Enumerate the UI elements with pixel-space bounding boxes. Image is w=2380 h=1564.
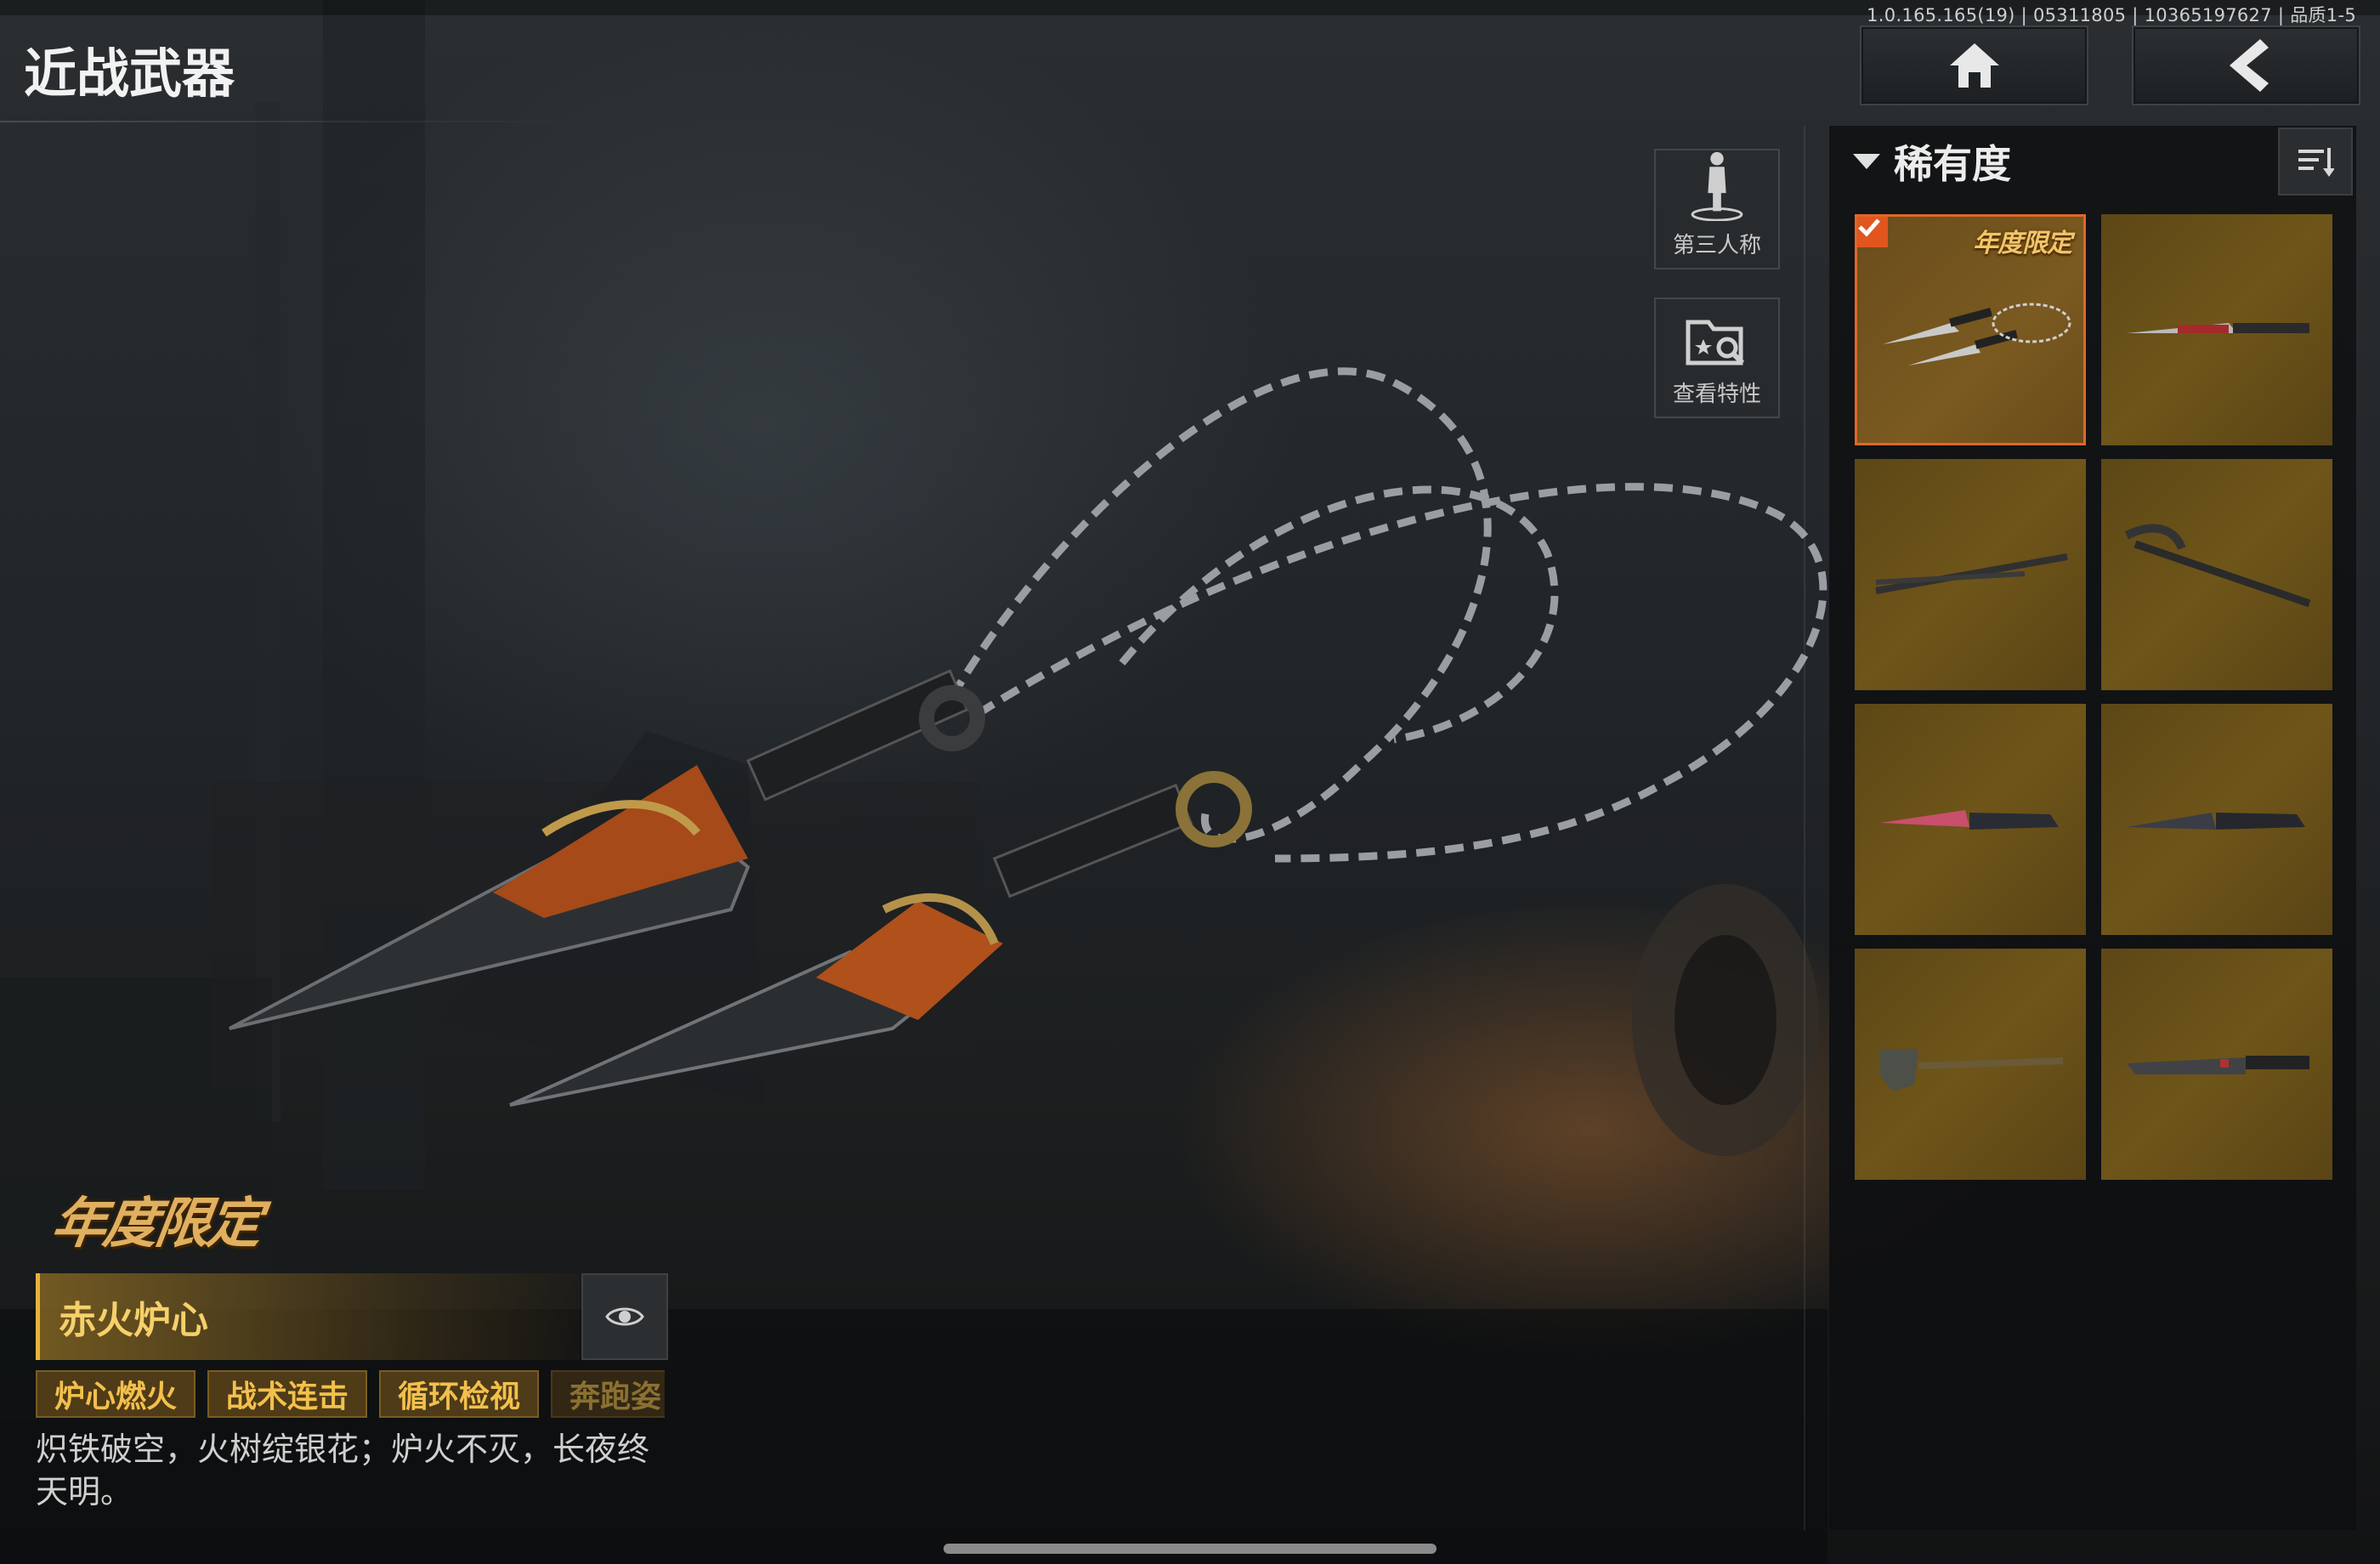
weapon-name-box: 赤火炉心 (36, 1273, 580, 1360)
machete-icon (2127, 1056, 2309, 1074)
chevron-left-icon (2229, 39, 2269, 92)
eye-icon (605, 1307, 644, 1326)
feature-tag[interactable]: 循环检视 (379, 1370, 540, 1418)
description-line: 炽铁破空，火树绽银花；炉火不灭，长夜终 (36, 1431, 650, 1468)
home-icon (1949, 43, 1999, 88)
game-scene: 1.0.165.165(19) | 05311805 | 10365197627… (0, 0, 2380, 1564)
weapon-tile-dark-knife[interactable] (2101, 704, 2332, 935)
dark-knife-icon (2127, 813, 2305, 830)
weapon-description: 炽铁破空，火树绽银花；炉火不灭，长夜终 天明。 (36, 1428, 682, 1513)
third-person-label: 第三人称 (1672, 233, 1761, 258)
sort-icon (2298, 148, 2334, 177)
feature-tags: 炉心燃火 战术连击 循环检视 奔跑姿 (36, 1370, 665, 1421)
panel-divider (1804, 126, 1805, 1530)
rarity-filter[interactable]: 稀有度 (1851, 132, 2011, 191)
pickaxe-icon (2124, 524, 2311, 608)
shovel-icon (1880, 1049, 2064, 1091)
rarity-filter-label: 稀有度 (1894, 141, 2011, 187)
weapon-tile-red-blade[interactable] (2101, 214, 2332, 445)
feature-tag[interactable]: 战术连击 (207, 1370, 368, 1418)
katana-icon (1875, 553, 2068, 594)
feature-tag[interactable]: 炉心燃火 (36, 1370, 196, 1418)
home-button[interactable] (1860, 26, 2088, 105)
kunai-chain-icon (1883, 303, 2071, 366)
limited-edition-badge: 年度限定 (47, 1193, 264, 1255)
view-features-button[interactable]: 查看特性 (1654, 298, 1780, 418)
home-indicator[interactable] (944, 1544, 1436, 1554)
feature-tag[interactable]: 奔跑姿 (551, 1370, 665, 1418)
weapon-name: 赤火炉心 (59, 1299, 208, 1342)
third-person-button[interactable]: 第三人称 (1654, 149, 1780, 269)
preview-toggle-button[interactable] (581, 1273, 668, 1360)
weapon-tile-katana[interactable] (1855, 459, 2086, 690)
person-icon (1691, 151, 1743, 221)
view-features-label: 查看特性 (1672, 382, 1761, 407)
description-line: 天明。 (36, 1473, 133, 1510)
red-blade-icon (2127, 323, 2309, 333)
weapon-tile-pickaxe[interactable] (2101, 459, 2332, 690)
sort-button[interactable] (2278, 128, 2353, 196)
chevron-down-icon (1853, 154, 1880, 169)
folder-search-icon (1686, 320, 1745, 366)
title-divider (0, 121, 595, 122)
weapon-tile-machete[interactable] (2101, 949, 2332, 1180)
weapon-tile-shovel[interactable] (1855, 949, 2086, 1180)
back-button[interactable] (2132, 26, 2360, 105)
weapon-tile-pink-knife[interactable] (1855, 704, 2086, 935)
pink-knife-icon (1880, 810, 2059, 830)
page-title: 近战武器 (24, 42, 235, 105)
weapon-tile-kunai-chain[interactable]: 年度限定 (1855, 214, 2086, 445)
version-info: 1.0.165.165(19) | 05311805 | 10365197627… (1867, 5, 2356, 26)
